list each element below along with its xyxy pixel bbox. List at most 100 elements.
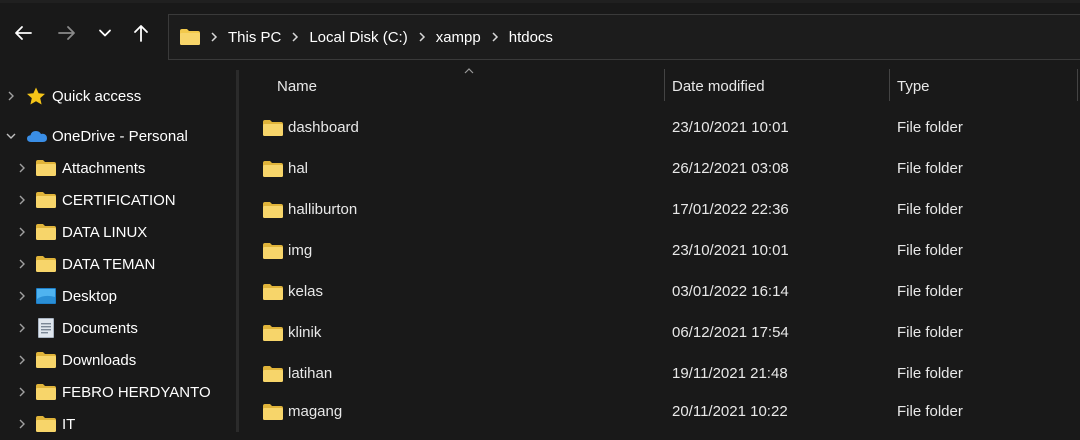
sidebar-item-label: Downloads	[62, 351, 137, 369]
folder-icon	[263, 365, 283, 382]
back-button[interactable]	[9, 19, 37, 47]
breadcrumb-xampp[interactable]: xampp	[436, 29, 481, 46]
sidebar-item-it[interactable]: IT	[0, 408, 236, 440]
sidebar-item-label: Attachments	[62, 159, 146, 177]
file-name: latihan	[288, 365, 333, 382]
sidebar-item-febro-herdyanto[interactable]: FEBRO HERDYANTO	[0, 376, 236, 408]
file-type: File folder	[897, 160, 963, 177]
file-row[interactable]: klinik 06/12/2021 17:54 File folder	[253, 312, 1080, 353]
file-date: 20/11/2021 10:22	[672, 403, 788, 420]
chevron-right-icon[interactable]	[17, 291, 27, 301]
breadcrumb-separator-icon[interactable]	[418, 31, 426, 43]
column-header-name[interactable]: Name	[277, 65, 663, 107]
chevron-right-icon[interactable]	[17, 163, 27, 173]
file-type: File folder	[897, 119, 963, 136]
up-arrow-icon	[134, 25, 148, 42]
column-header-type-label: Type	[897, 77, 930, 95]
sidebar-item-documents[interactable]: Documents	[0, 312, 236, 344]
file-type: File folder	[897, 201, 963, 218]
chevron-right-icon[interactable]	[17, 259, 27, 269]
file-row[interactable]: magang 20/11/2021 10:22 File folder	[253, 391, 1080, 432]
sidebar-item-certification[interactable]: CERTIFICATION	[0, 184, 236, 216]
file-name: magang	[288, 403, 343, 420]
folder-icon	[36, 159, 56, 177]
file-name: dashboard	[288, 119, 359, 136]
breadcrumb-this-pc[interactable]: This PC	[228, 29, 281, 46]
recent-locations-button[interactable]	[91, 19, 119, 47]
sidebar-item-data-teman[interactable]: DATA TEMAN	[0, 248, 236, 280]
chevron-right-icon[interactable]	[17, 227, 27, 237]
file-type: File folder	[897, 242, 963, 259]
folder-icon	[36, 191, 56, 209]
sidebar-item-desktop[interactable]: Desktop	[0, 280, 236, 312]
folder-icon	[263, 403, 283, 420]
chevron-right-icon[interactable]	[17, 355, 27, 365]
column-divider[interactable]	[889, 69, 890, 101]
file-row[interactable]: kelas 03/01/2022 16:14 File folder	[253, 271, 1080, 312]
pane-splitter[interactable]	[236, 70, 239, 432]
file-date: 19/11/2021 21:48	[672, 365, 788, 382]
chevron-right-icon[interactable]	[17, 323, 27, 333]
chevron-down-icon[interactable]	[6, 131, 16, 141]
folder-icon	[263, 283, 283, 300]
breadcrumb-separator-icon[interactable]	[210, 31, 218, 43]
sidebar-item-label: CERTIFICATION	[62, 191, 176, 209]
forward-arrow-icon	[58, 26, 75, 40]
file-name: kelas	[288, 283, 324, 300]
folder-icon	[36, 383, 56, 401]
file-name: img	[288, 242, 313, 259]
sidebar-item-label: OneDrive - Personal	[52, 127, 188, 145]
folder-icon	[263, 242, 283, 259]
sidebar-item-data-linux[interactable]: DATA LINUX	[0, 216, 236, 248]
column-header-date[interactable]: Date modified	[672, 65, 888, 107]
breadcrumb-htdocs[interactable]: htdocs	[509, 29, 553, 46]
file-row[interactable]: img 23/10/2021 10:01 File folder	[253, 230, 1080, 271]
sidebar-item-label: Documents	[62, 319, 138, 337]
sidebar-item-label: Quick access	[52, 87, 142, 105]
file-date: 26/12/2021 03:08	[672, 160, 789, 177]
file-date: 17/01/2022 22:36	[672, 201, 789, 218]
star-icon	[26, 87, 46, 105]
folder-icon	[36, 351, 56, 369]
file-row[interactable]: hal 26/12/2021 03:08 File folder	[253, 148, 1080, 189]
up-button[interactable]	[127, 19, 155, 47]
file-date: 23/10/2021 10:01	[672, 242, 789, 259]
sidebar-item-label: DATA TEMAN	[62, 255, 156, 273]
chevron-right-icon[interactable]	[6, 91, 16, 101]
sidebar-item-label: DATA LINUX	[62, 223, 148, 241]
column-header-date-label: Date modified	[672, 77, 765, 95]
chevron-right-icon[interactable]	[17, 387, 27, 397]
file-name: klinik	[288, 324, 322, 341]
file-name: hal	[288, 160, 309, 177]
desktop-icon	[36, 287, 56, 305]
forward-button[interactable]	[53, 19, 81, 47]
breadcrumb-separator-icon[interactable]	[491, 31, 499, 43]
folder-icon	[263, 119, 283, 136]
address-bar[interactable]: This PC Local Disk (C:) xampp htdocs	[168, 14, 1080, 60]
sidebar-item-attachments[interactable]: Attachments	[0, 152, 236, 184]
sidebar-item-quick-access[interactable]: Quick access	[0, 80, 236, 112]
navigation-bar: This PC Local Disk (C:) xampp htdocs	[0, 3, 1080, 65]
file-row[interactable]: halliburton 17/01/2022 22:36 File folder	[253, 189, 1080, 230]
column-header-row: Name Date modified Type	[239, 65, 1080, 107]
column-divider[interactable]	[1077, 69, 1078, 101]
file-name: halliburton	[288, 201, 358, 218]
folder-icon	[263, 324, 283, 341]
file-type: File folder	[897, 283, 963, 300]
document-icon	[36, 318, 56, 338]
sidebar-item-downloads[interactable]: Downloads	[0, 344, 236, 376]
breadcrumb-local-disk[interactable]: Local Disk (C:)	[309, 29, 407, 46]
column-header-name-label: Name	[277, 77, 318, 95]
breadcrumb-separator-icon[interactable]	[291, 31, 299, 43]
chevron-right-icon[interactable]	[17, 195, 27, 205]
file-row[interactable]: latihan 19/11/2021 21:48 File folder	[253, 353, 1080, 394]
sidebar-item-onedrive[interactable]: OneDrive - Personal	[0, 120, 236, 152]
file-row[interactable]: dashboard 23/10/2021 10:01 File folder	[253, 107, 1080, 148]
chevron-right-icon[interactable]	[17, 419, 27, 429]
file-type: File folder	[897, 365, 963, 382]
column-divider[interactable]	[664, 69, 665, 101]
column-header-type[interactable]: Type	[897, 65, 1077, 107]
sidebar-item-label: Desktop	[62, 287, 118, 305]
folder-icon	[36, 255, 56, 273]
back-arrow-icon	[15, 26, 32, 40]
